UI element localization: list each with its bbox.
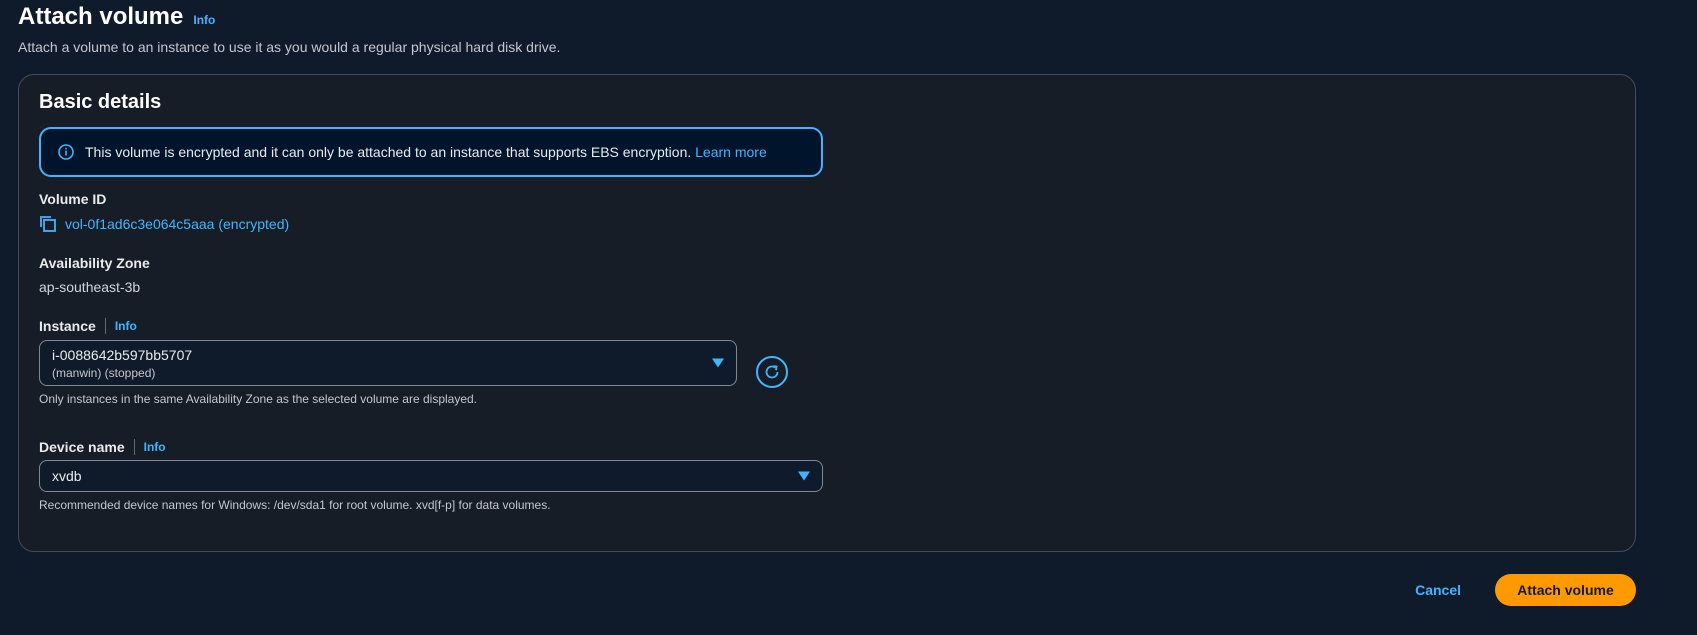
device-name-selected-value: xvdb	[52, 468, 82, 484]
device-name-field: Device name Info xvdb Recommended device…	[39, 439, 823, 512]
instance-field: Instance Info i-0088642b597bb5707 (manwi…	[39, 318, 737, 406]
learn-more-link[interactable]: Learn more	[695, 144, 767, 160]
basic-details-panel: Basic details This volume is encrypted a…	[18, 74, 1636, 552]
availability-zone-value: ap-southeast-3b	[39, 279, 141, 295]
device-name-info-link[interactable]: Info	[144, 440, 166, 454]
device-name-hint: Recommended device names for Windows: /d…	[39, 498, 551, 512]
volume-id-label: Volume ID	[39, 191, 107, 207]
refresh-icon	[763, 363, 781, 381]
availability-zone-label: Availability Zone	[39, 255, 150, 271]
title-info-link[interactable]: Info	[193, 13, 215, 27]
title-row: Attach volume Info	[18, 0, 560, 34]
page-title: Attach volume	[18, 3, 184, 30]
page-description: Attach a volume to an instance to use it…	[18, 39, 561, 55]
label-divider	[104, 318, 106, 334]
instance-selected-value: i-0088642b597bb5707	[52, 347, 193, 363]
attach-volume-page: Attach volume Info Attach a volume to an…	[0, 0, 1697, 635]
page-header: Attach volume Info Attach a volume to an…	[18, 0, 560, 55]
instance-label: Instance	[39, 318, 96, 334]
availability-zone-field: Availability Zone ap-southeast-3b	[39, 255, 150, 295]
encryption-info-alert: This volume is encrypted and it can only…	[39, 127, 823, 177]
volume-id-value-row: vol-0f1ad6c3e064c5aaa (encrypted)	[39, 215, 289, 233]
device-name-label: Device name	[39, 439, 125, 455]
alert-text: This volume is encrypted and it can only…	[85, 144, 767, 160]
device-name-label-row: Device name Info	[39, 439, 823, 455]
instance-label-row: Instance Info	[39, 318, 737, 334]
refresh-instances-button[interactable]	[756, 356, 788, 388]
instance-select[interactable]: i-0088642b597bb5707 (manwin) (stopped)	[39, 340, 737, 386]
info-circle-icon	[57, 143, 75, 161]
attach-volume-button[interactable]: Attach volume	[1495, 574, 1636, 606]
instance-info-link[interactable]: Info	[115, 319, 137, 333]
device-name-select[interactable]: xvdb	[39, 460, 823, 492]
instance-hint: Only instances in the same Availability …	[39, 392, 478, 406]
caret-down-icon	[712, 358, 724, 368]
copy-icon[interactable]	[39, 215, 57, 233]
panel-title: Basic details	[39, 91, 162, 113]
form-actions: Cancel Attach volume	[1403, 574, 1636, 606]
alert-message: This volume is encrypted and it can only…	[85, 144, 692, 160]
volume-id-link[interactable]: vol-0f1ad6c3e064c5aaa (encrypted)	[65, 216, 289, 232]
instance-selected-detail: (manwin) (stopped)	[52, 366, 156, 380]
label-divider	[133, 439, 135, 455]
caret-down-icon	[798, 471, 810, 481]
volume-id-field: Volume ID vol-0f1ad6c3e064c5aaa (encrypt…	[39, 191, 289, 233]
cancel-button[interactable]: Cancel	[1403, 574, 1473, 606]
